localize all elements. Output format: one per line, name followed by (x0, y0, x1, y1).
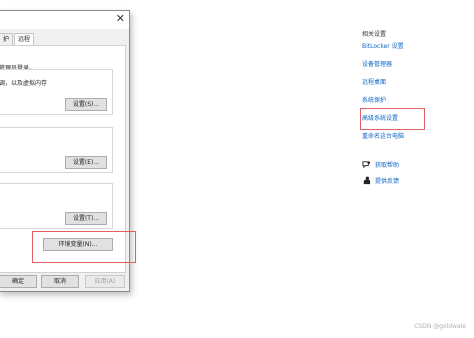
help-chat-icon (362, 161, 371, 169)
watermark: CSDN @goldwale (414, 323, 466, 330)
apply-button[interactable]: 应用(A) (85, 275, 125, 288)
startup-recovery-group: 设置(T)... (0, 183, 113, 229)
feedback-label: 提供反馈 (375, 178, 400, 185)
startup-recovery-settings-button[interactable]: 设置(T)... (65, 212, 107, 225)
feedback-row[interactable]: 提供反馈 (362, 176, 399, 185)
performance-description: 调，以及虚拟内存 (0, 80, 48, 87)
performance-group: 调，以及虚拟内存 设置(S)... (0, 69, 113, 115)
dialog-titlebar: ✕ (0, 11, 129, 29)
tab-remote[interactable]: 远程 (14, 33, 35, 45)
rename-pc-link[interactable]: 重命名这台电脑 (362, 131, 404, 140)
user-profiles-settings-button[interactable]: 设置(E)... (65, 156, 107, 169)
feedback-person-icon (363, 176, 371, 185)
device-manager-link[interactable]: 设备管理器 (362, 59, 392, 68)
env-button-highlight (32, 231, 136, 263)
remote-desktop-link[interactable]: 远程桌面 (362, 77, 386, 86)
dialog-tabs: 护 远程 (0, 33, 35, 45)
performance-settings-button[interactable]: 设置(S)... (65, 98, 107, 111)
get-help-row[interactable]: 获取帮助 (362, 160, 399, 169)
system-protection-link[interactable]: 系统保护 (362, 95, 386, 104)
bitlocker-settings-link[interactable]: BitLocker 设置 (362, 41, 404, 50)
user-profiles-group: 设置(E)... (0, 127, 113, 173)
tab-protection[interactable]: 护 (0, 33, 14, 45)
cancel-button[interactable]: 取消 (41, 275, 79, 288)
advanced-settings-highlight (360, 108, 425, 130)
close-icon[interactable]: ✕ (116, 13, 125, 25)
ok-button[interactable]: 确定 (0, 275, 37, 288)
get-help-label: 获取帮助 (375, 162, 400, 169)
related-settings-heading: 相关设置 (362, 31, 387, 38)
